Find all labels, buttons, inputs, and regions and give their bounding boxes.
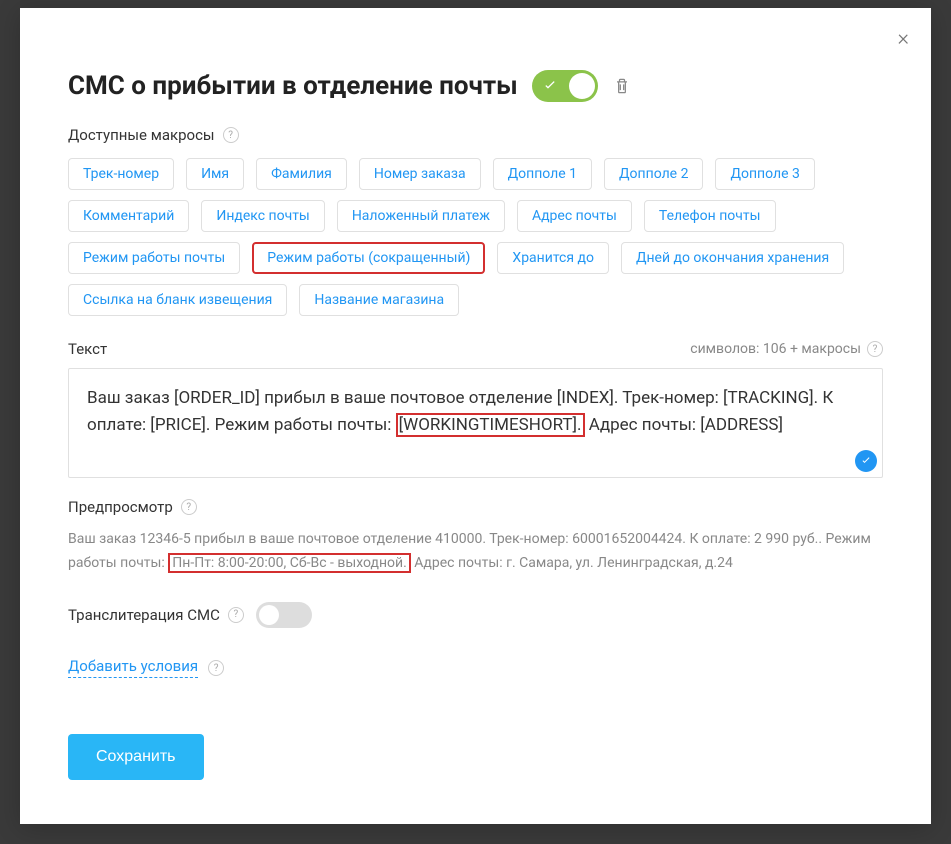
add-conditions-text: Добавить условия: [68, 657, 198, 675]
valid-check-icon: [855, 450, 877, 472]
preview-label-text: Предпросмотр: [68, 498, 173, 516]
preview-after: Адрес почты: г. Самара, ул. Ленинградска…: [411, 555, 733, 571]
macro-tag[interactable]: Комментарий: [68, 200, 189, 232]
macro-tag[interactable]: Дней до окончания хранения: [621, 242, 844, 274]
transliteration-toggle[interactable]: [256, 602, 312, 628]
trash-icon[interactable]: [612, 76, 632, 96]
char-count-text: символов: 106 + макросы: [690, 341, 861, 357]
toggle-knob: [259, 605, 279, 625]
transliteration-label: Транслитерация СМС ?: [68, 606, 244, 624]
textarea-wrap: Ваш заказ [ORDER_ID] прибыл в ваше почто…: [68, 368, 883, 478]
save-button[interactable]: Сохранить: [68, 734, 204, 780]
macro-tag[interactable]: Допполе 3: [715, 158, 814, 190]
help-icon[interactable]: ?: [223, 127, 239, 143]
macros-label: Доступные макросы ?: [68, 126, 883, 144]
close-icon[interactable]: ×: [897, 28, 909, 50]
macro-tag[interactable]: Телефон почты: [644, 200, 776, 232]
transliteration-row: Транслитерация СМС ?: [68, 602, 883, 628]
macro-tag[interactable]: Наложенный платеж: [337, 200, 505, 232]
text-highlight: [WORKINGTIMESHORT].: [396, 413, 585, 437]
macro-tag[interactable]: Допполе 1: [493, 158, 592, 190]
macro-tag[interactable]: Хранится до: [497, 242, 609, 274]
translit-label-text: Транслитерация СМС: [68, 606, 220, 624]
macro-tag[interactable]: Имя: [186, 158, 244, 190]
macro-tag[interactable]: Ссылка на бланк извещения: [68, 284, 287, 316]
conditions-row: Добавить условия ?: [68, 656, 883, 706]
help-icon[interactable]: ?: [867, 341, 883, 357]
macro-tag[interactable]: Режим работы почты: [68, 242, 240, 274]
sms-text-input[interactable]: Ваш заказ [ORDER_ID] прибыл в ваше почто…: [68, 368, 883, 478]
enable-toggle[interactable]: [532, 70, 598, 102]
modal-title: СМС о прибытии в отделение почты: [68, 71, 518, 101]
check-icon: [542, 78, 558, 94]
help-icon[interactable]: ?: [228, 607, 244, 623]
preview-label: Предпросмотр ?: [68, 498, 883, 516]
macro-tag[interactable]: Фамилия: [256, 158, 347, 190]
macro-tag[interactable]: Номер заказа: [359, 158, 481, 190]
help-icon[interactable]: ?: [208, 660, 224, 676]
macro-tags-container: Трек-номер Имя Фамилия Номер заказа Допполе …: [68, 158, 883, 316]
macros-label-text: Доступные макросы: [68, 126, 215, 144]
char-count: символов: 106 + макросы ?: [690, 341, 883, 357]
add-conditions-link[interactable]: Добавить условия: [68, 657, 198, 678]
modal-dialog: × СМС о прибытии в отделение почты Досту…: [20, 8, 931, 824]
macro-tag[interactable]: Название магазина: [299, 284, 459, 316]
modal-header: СМС о прибытии в отделение почты: [68, 70, 883, 102]
macro-tag[interactable]: Трек-номер: [68, 158, 174, 190]
preview-text: Ваш заказ 12346-5 прибыл в ваше почтовое…: [68, 528, 883, 576]
macro-tag[interactable]: Индекс почты: [201, 200, 324, 232]
macro-tag[interactable]: Адрес почты: [517, 200, 632, 232]
help-icon[interactable]: ?: [181, 499, 197, 515]
macro-tag[interactable]: Допполе 2: [604, 158, 703, 190]
text-after: Адрес почты: [ADDRESS]: [585, 415, 783, 435]
text-section: Текст символов: 106 + макросы ? Ваш зака…: [68, 340, 883, 478]
text-label-row: Текст символов: 106 + макросы ?: [68, 340, 883, 358]
preview-highlight: Пн-Пт: 8:00-20:00, Сб-Вс - выходной.: [168, 553, 411, 573]
macro-tag[interactable]: Режим работы (сокращенный): [252, 242, 485, 274]
toggle-knob: [569, 73, 595, 99]
text-label: Текст: [68, 340, 107, 358]
